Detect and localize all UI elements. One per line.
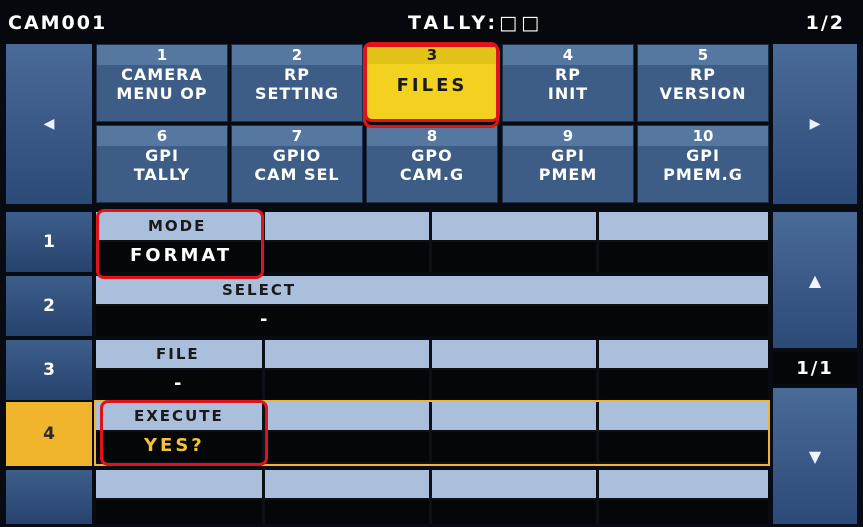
tab-number: 1 [97,45,227,65]
cell [599,212,768,240]
tab-rp-version[interactable]: 5 RP VERSION [637,44,769,122]
tab-gpio-cam-sel[interactable]: 7 GPIO CAM SEL [231,125,363,203]
row-select[interactable]: SELECT - [96,276,768,336]
tab-label: INIT [547,84,589,103]
tab-label: CAMERA [121,65,203,84]
cell [265,242,429,272]
tab-number: 2 [232,45,362,65]
cell [265,500,429,524]
highlight-mode-row [96,209,264,279]
tally-indicator: TALLY:□□ [408,12,544,34]
cell [599,500,768,524]
row-label: SELECT [222,281,297,299]
cell [432,242,596,272]
cell [265,212,429,240]
scroll-down-button[interactable]: ▼ [773,388,857,524]
row-value: - [260,309,271,330]
status-bar: CAM001 TALLY:□□ 1/2 [0,0,863,44]
row-number-empty [6,470,92,524]
tab-gpi-pmem-g[interactable]: 10 GPI PMEM.G [637,125,769,203]
tab-label: VERSION [659,84,747,103]
tab-label: RP [554,65,582,84]
cell [599,432,768,462]
camera-id: CAM001 [8,12,108,34]
tab-label: RP [689,65,717,84]
row-number-3[interactable]: 3 [6,340,92,400]
cell [432,212,596,240]
cell [599,402,768,430]
cell [265,402,429,430]
row-label: FILE [156,345,200,363]
page-indicator: 1/2 [805,12,845,34]
arrow-left-icon: ◀ [43,116,55,132]
cell [96,306,768,336]
tab-number: 10 [638,126,768,146]
list-page-indicator: 1/1 [773,352,857,384]
cell [432,432,596,462]
cell [265,340,429,368]
tab-rp-setting[interactable]: 2 RP SETTING [231,44,363,122]
cell [96,276,768,304]
tab-label: RP [283,65,311,84]
scroll-up-button[interactable]: ▲ [773,212,857,348]
row-empty [96,470,768,524]
cell [432,402,596,430]
next-page-button[interactable]: ▶ [773,44,857,204]
tab-gpi-pmem[interactable]: 9 GPI PMEM [502,125,634,203]
cell [265,432,429,462]
tab-label: GPI [551,146,585,165]
tab-label: PMEM [538,165,598,184]
cell [432,340,596,368]
arrow-down-icon: ▼ [808,446,822,466]
arrow-up-icon: ▲ [808,270,822,290]
tab-label: TALLY [133,165,191,184]
highlight-files-tab [363,42,499,128]
tab-rp-init[interactable]: 4 RP INIT [502,44,634,122]
tab-number: 4 [503,45,633,65]
tab-number: 9 [503,126,633,146]
row-value: - [174,373,185,394]
tab-label: GPI [686,146,720,165]
tab-label: GPIO [272,146,322,165]
tab-gpi-tally[interactable]: 6 GPI TALLY [96,125,228,203]
row-number-4[interactable]: 4 [6,402,92,466]
cell [599,470,768,498]
arrow-right-icon: ▶ [809,116,821,132]
tab-label: CAM SEL [254,165,340,184]
cell [599,370,768,400]
highlight-execute-row [100,400,268,466]
cell [96,470,262,498]
tab-label: GPI [145,146,179,165]
tab-label: PMEM.G [663,165,743,184]
tab-number: 8 [367,126,497,146]
tab-number: 7 [232,126,362,146]
tab-number: 6 [97,126,227,146]
prev-page-button[interactable]: ◀ [6,44,92,204]
cell [96,500,262,524]
cell [265,370,429,400]
tab-number: 5 [638,45,768,65]
cell [599,340,768,368]
cell [432,370,596,400]
tab-label: CAM.G [399,165,465,184]
row-number-1[interactable]: 1 [6,212,92,272]
tab-gpo-cam-g[interactable]: 8 GPO CAM.G [366,125,498,203]
cell [432,500,596,524]
row-file[interactable]: FILE - [96,340,768,400]
tab-label: GPO [411,146,453,165]
row-number-2[interactable]: 2 [6,276,92,336]
tab-camera-menu-op[interactable]: 1 CAMERA MENU OP [96,44,228,122]
camera-menu-screen: CAM001 TALLY:□□ 1/2 ◀ ▶ 1 CAMERA MENU OP… [0,0,863,527]
cell [432,470,596,498]
tab-label: SETTING [254,84,340,103]
cell [265,470,429,498]
cell [599,242,768,272]
tab-label: MENU OP [116,84,208,103]
